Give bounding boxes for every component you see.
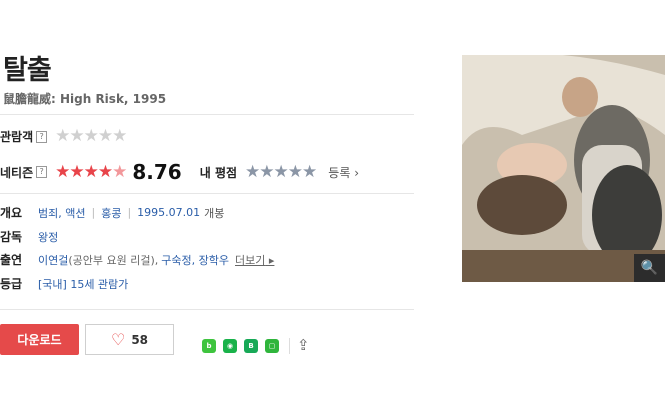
more-cast-link[interactable]: 더보기 ▸ (235, 252, 274, 268)
poster-image (462, 55, 665, 282)
genre-link[interactable]: 범죄, 액션 (38, 205, 85, 221)
cast-others-link[interactable]: 구숙정, 장학우 (161, 252, 229, 268)
netizen-rating-row: 네티즌 ? ★ ★ ★ ★ ★ 8.76 내 평점 ★ ★ ★ ★ ★ 등록 › (0, 160, 359, 184)
help-icon[interactable]: ? (36, 130, 48, 143)
like-button[interactable]: ♡ 58 (85, 324, 174, 355)
country-link[interactable]: 홍콩 (101, 205, 121, 221)
movie-subtitle: 鼠膽龍威: High Risk, 1995 (3, 92, 167, 106)
line-share-icon[interactable]: ▢ (265, 339, 279, 353)
blog-share-icon[interactable]: b (202, 339, 216, 353)
grade-label: 등급 (0, 277, 23, 291)
release-date-link[interactable]: 1995.07.01 (137, 206, 200, 219)
heart-icon: ♡ (110, 330, 126, 349)
band-share-icon[interactable]: B (244, 339, 258, 353)
movie-title: 탈출 (3, 55, 52, 86)
download-button[interactable]: 다운로드 (0, 324, 79, 355)
netizen-label: 네티즌 (0, 165, 34, 180)
my-rating-label: 내 평점 (199, 165, 238, 180)
register-rating-link[interactable]: 등록 › (328, 164, 359, 181)
help-icon[interactable]: ? (36, 166, 48, 178)
share-icon[interactable]: ⇪ (297, 336, 310, 354)
release-suffix: 개봉 (204, 206, 225, 220)
cast-primary-link[interactable]: 이연걸 (38, 252, 68, 268)
cafe-share-icon[interactable]: ◉ (223, 339, 237, 353)
audience-rating-row: 관람객 ? ★ ★ ★ ★ ★ (0, 126, 127, 146)
cast-primary-role: (공안부 요원 리걸), (68, 253, 159, 267)
zoom-icon[interactable]: 🔍 (634, 254, 665, 282)
netizen-stars: ★ ★ ★ ★ ★ (55, 161, 127, 182)
divider (0, 114, 414, 115)
overview-row: 개요 범죄, 액션 | 홍콩 | 1995.07.01 개봉 (0, 205, 225, 221)
cast-label: 출연 (0, 253, 23, 267)
grade-link[interactable]: [국내] 15세 관람가 (38, 276, 128, 292)
divider (0, 193, 414, 194)
divider (0, 309, 414, 310)
director-link[interactable]: 왕정 (38, 229, 58, 245)
director-row: 감독 왕정 (0, 228, 58, 245)
like-count: 58 (131, 332, 149, 347)
divider (289, 338, 290, 354)
audience-label: 관람객 (0, 130, 34, 144)
netizen-score: 8.76 (132, 160, 182, 184)
audience-stars: ★ ★ ★ ★ ★ (55, 126, 127, 146)
my-rating-stars[interactable]: ★ ★ ★ ★ ★ (245, 163, 317, 181)
grade-row: 등급 [국내] 15세 관람가 (0, 275, 128, 292)
movie-poster[interactable] (462, 55, 665, 282)
cast-row: 출연 이연걸 (공안부 요원 리걸), 구숙정, 장학우 더보기 ▸ (0, 251, 274, 268)
overview-label: 개요 (0, 206, 23, 220)
director-label: 감독 (0, 230, 23, 244)
